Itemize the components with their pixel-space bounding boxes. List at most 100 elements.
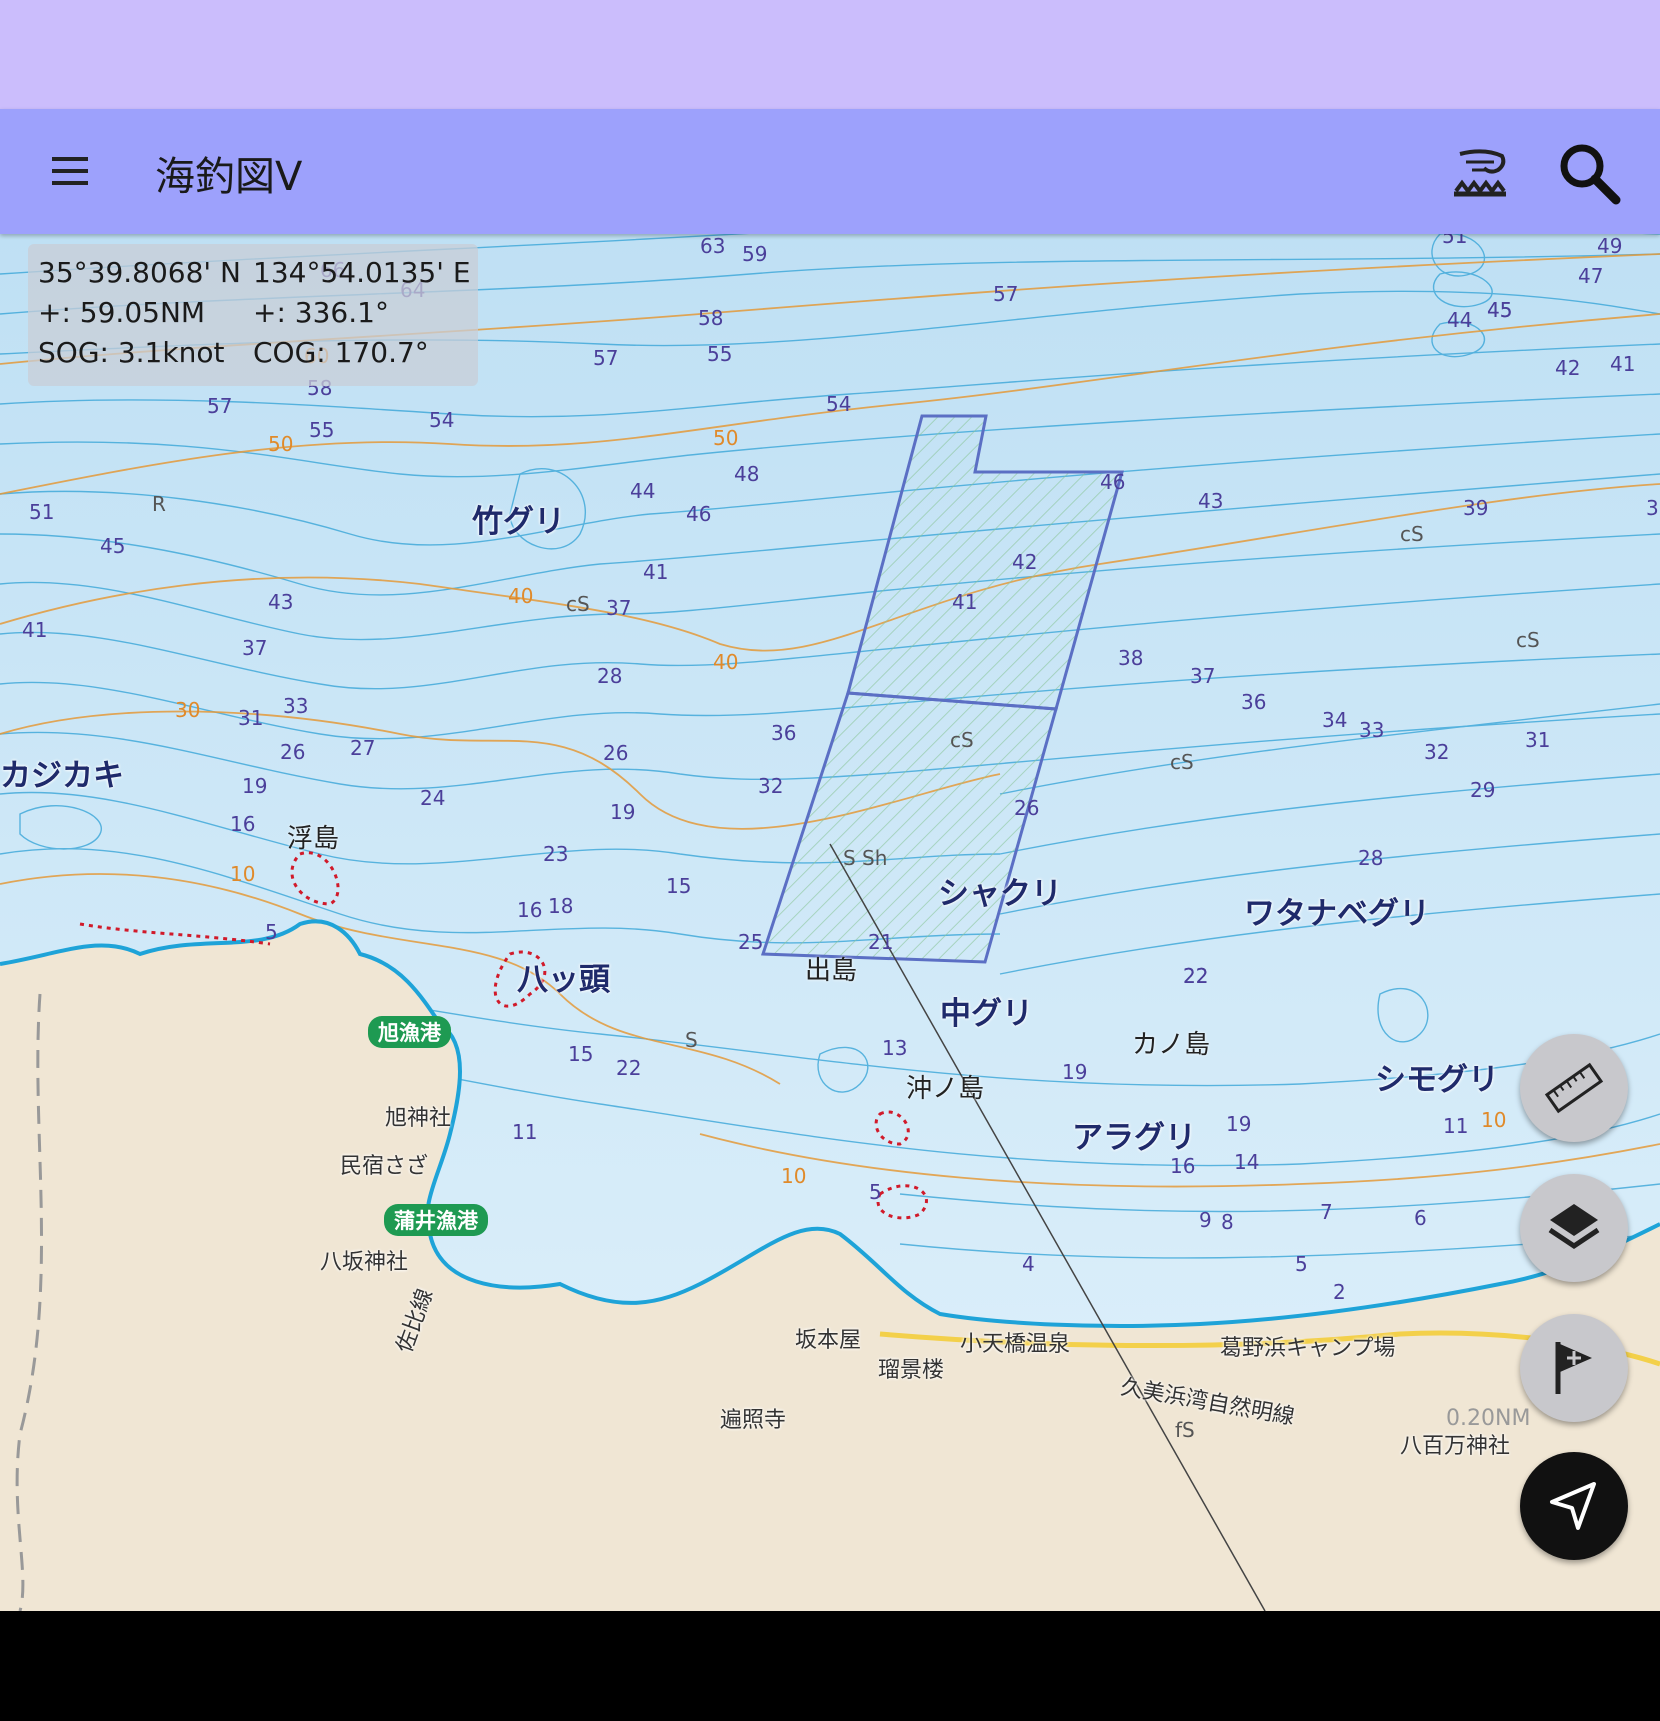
depth-sounding: 6	[1414, 1206, 1427, 1230]
depth-sounding: 19	[242, 774, 268, 798]
poi-kunohama-camp[interactable]: 葛野浜キャンプ場	[1220, 1330, 1395, 1362]
seabed-mark: S Sh	[843, 846, 888, 870]
ruler-icon	[1544, 1062, 1604, 1114]
depth-sounding: 59	[742, 242, 768, 266]
depth-sounding: 43	[1198, 489, 1224, 513]
poi-minshuku[interactable]: 民宿さざ	[340, 1148, 428, 1180]
layers-icon	[1548, 1204, 1600, 1250]
depth-sounding: 28	[1358, 846, 1384, 870]
depth-sounding: 11	[512, 1120, 538, 1144]
depth-sounding: 50	[268, 432, 294, 456]
depth-sounding: 41	[22, 618, 48, 642]
search-button[interactable]	[1550, 134, 1630, 209]
depth-sounding: 10	[1481, 1108, 1507, 1132]
depth-sounding: 40	[713, 650, 739, 674]
navigation-bar	[0, 1611, 1660, 1721]
place-label-araguri[interactable]: アラグリ	[1072, 1112, 1196, 1157]
navigate-icon	[1550, 1482, 1596, 1530]
depth-sounding: 16	[230, 812, 256, 836]
depth-sounding: 57	[993, 282, 1019, 306]
port-label-asahi[interactable]: 旭漁港	[368, 1016, 451, 1048]
poi-shotenkyo-onsen[interactable]: 小天橋温泉	[960, 1326, 1070, 1358]
nautical-map[interactable]: 63 59 57 58 55 57 54 50 48 44 46 41 40 3…	[0, 234, 1660, 1611]
layers-button[interactable]	[1520, 1174, 1628, 1282]
depth-sounding: 37	[606, 596, 632, 620]
depth-sounding: 23	[543, 842, 569, 866]
depth-sounding: 36	[1646, 496, 1660, 520]
depth-sounding: 51	[1442, 234, 1468, 248]
poi-henshoji[interactable]: 遍照寺	[720, 1402, 786, 1434]
seabed-mark: cS	[1170, 750, 1194, 774]
poi-ryukeiro[interactable]: 瑠景楼	[878, 1352, 944, 1384]
tide-button[interactable]	[1440, 134, 1520, 209]
seabed-mark: cS	[566, 592, 590, 616]
island-label-ukishima: 浮島	[287, 824, 340, 854]
seabed-mark: S	[685, 1028, 698, 1052]
tide-icon	[1454, 149, 1506, 197]
depth-sounding: 46	[1100, 470, 1126, 494]
depth-sounding: 54	[826, 392, 852, 416]
depth-sounding: 25	[738, 930, 764, 954]
depth-sounding: 38	[1118, 646, 1144, 670]
island-label-dejima: 出島	[805, 956, 858, 986]
place-label-watanabeguri[interactable]: ワタナベグリ	[1244, 888, 1430, 933]
depth-sounding: 47	[1578, 264, 1604, 288]
depth-sounding: 63	[700, 234, 726, 258]
position-info-panel: 35°39.8068' N 134°54.0135' E +: 59.05NM …	[28, 244, 478, 386]
depth-sounding: 26	[603, 741, 629, 765]
depth-sounding: 4	[1022, 1252, 1035, 1276]
seabed-mark: cS	[950, 728, 974, 752]
seabed-mark: fS	[1175, 1418, 1195, 1442]
depth-sounding: 44	[630, 479, 656, 503]
depth-sounding: 2	[1333, 1280, 1346, 1304]
depth-sounding: 31	[238, 706, 264, 730]
depth-sounding: 32	[1424, 740, 1450, 764]
depth-sounding: 15	[568, 1042, 594, 1066]
depth-sounding: 42	[1012, 550, 1038, 574]
search-icon	[1560, 144, 1621, 205]
poi-happyakuman-shrine[interactable]: 八百万神社	[1400, 1428, 1510, 1460]
place-label-shakuri[interactable]: シャクリ	[938, 868, 1062, 913]
place-label-kajikaki[interactable]: カジカキ	[0, 750, 124, 795]
place-label-nakaguri[interactable]: 中グリ	[940, 988, 1033, 1033]
depth-sounding: 11	[1443, 1114, 1469, 1138]
place-label-hattsugashira[interactable]: 八ッ頭	[517, 954, 610, 999]
depth-sounding: 10	[230, 862, 256, 886]
navigate-button[interactable]	[1520, 1452, 1628, 1560]
depth-sounding: 45	[1487, 298, 1513, 322]
port-label-kamai[interactable]: 蒲井漁港	[384, 1204, 488, 1236]
poi-sakamotoya[interactable]: 坂本屋	[795, 1322, 861, 1354]
depth-sounding: 37	[242, 636, 268, 660]
depth-sounding: 48	[734, 462, 760, 486]
depth-sounding: 16	[517, 898, 543, 922]
depth-sounding: 37	[1190, 664, 1216, 688]
depth-sounding: 36	[771, 721, 797, 745]
add-waypoint-button[interactable]	[1520, 1314, 1628, 1422]
depth-sounding: 49	[1597, 234, 1623, 258]
depth-sounding: 26	[1014, 796, 1040, 820]
poi-yasaka-shrine[interactable]: 八坂神社	[320, 1244, 408, 1276]
depth-sounding: 57	[207, 394, 233, 418]
depth-sounding: 46	[686, 502, 712, 526]
sog-value: SOG: 3.1knot	[38, 336, 225, 369]
ruler-button[interactable]	[1520, 1034, 1628, 1142]
depth-sounding: 5	[869, 1180, 882, 1204]
depth-sounding: 36	[1241, 690, 1267, 714]
depth-sounding: 44	[1447, 308, 1473, 332]
place-label-takeguri[interactable]: 竹グリ	[472, 496, 565, 541]
depth-sounding: 10	[781, 1164, 807, 1188]
depth-sounding: 41	[643, 560, 669, 584]
app-title: 海釣図V	[155, 154, 303, 200]
depth-sounding: 28	[597, 664, 623, 688]
place-label-shimoguri[interactable]: シモグリ	[1375, 1054, 1499, 1099]
depth-sounding: 33	[1359, 718, 1385, 742]
depth-sounding: 19	[610, 800, 636, 824]
depth-sounding: 9	[1199, 1208, 1212, 1232]
depth-sounding: 19	[1226, 1112, 1252, 1136]
seabed-mark: cS	[1516, 628, 1540, 652]
depth-sounding: 41	[1610, 352, 1636, 376]
cog-value: COG: 170.7°	[253, 336, 429, 369]
poi-asahi-shrine[interactable]: 旭神社	[385, 1100, 451, 1132]
menu-button[interactable]	[40, 141, 100, 201]
depth-sounding: 40	[508, 584, 534, 608]
